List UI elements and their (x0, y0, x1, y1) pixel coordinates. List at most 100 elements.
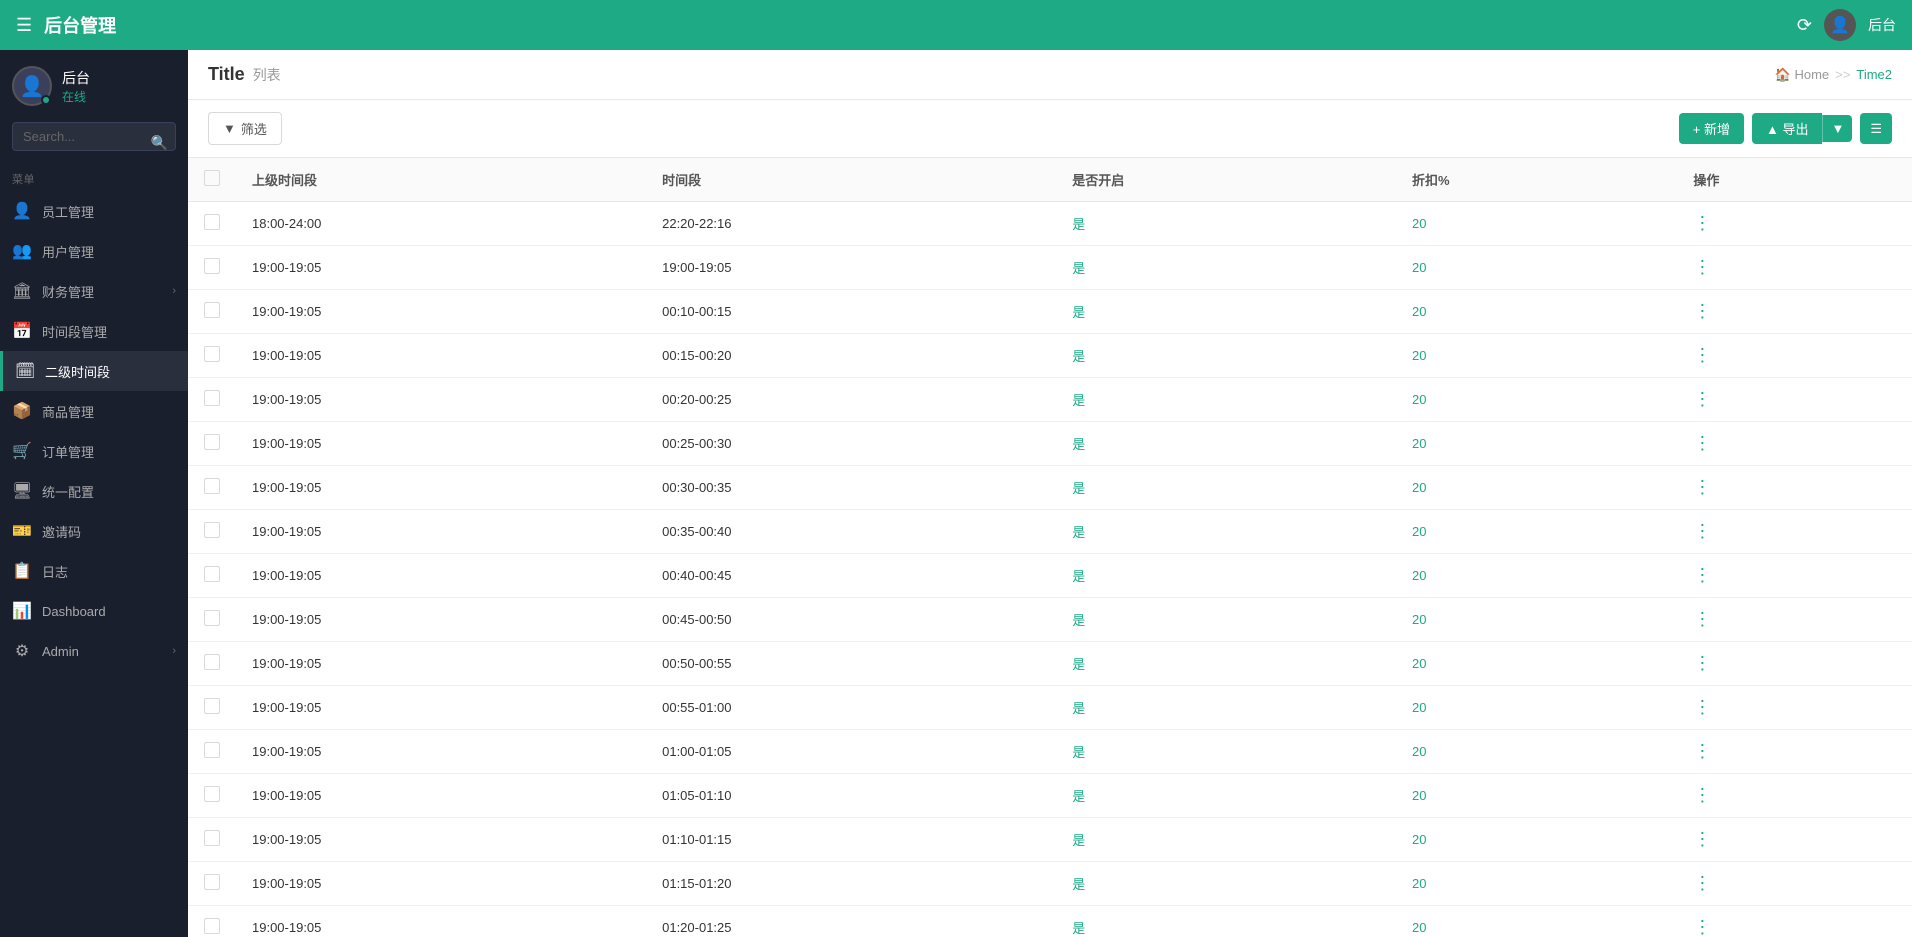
row-parent-time: 19:00-19:05 (236, 466, 646, 510)
row-checkbox[interactable] (204, 390, 220, 406)
row-actions: ⋮ (1677, 290, 1912, 334)
columns-button[interactable]: ☰ (1860, 113, 1892, 144)
actions-menu-icon[interactable]: ⋮ (1693, 345, 1711, 366)
discount-value[interactable]: 20 (1412, 524, 1426, 539)
row-enabled: 是 (1056, 290, 1396, 334)
row-checkbox[interactable] (204, 742, 220, 758)
refresh-icon[interactable]: ⟳ (1797, 15, 1812, 36)
enabled-value: 是 (1072, 261, 1085, 276)
discount-value[interactable]: 20 (1412, 348, 1426, 363)
chevron-right-icon: › (172, 285, 176, 297)
profile-status: 在线 (62, 88, 90, 105)
sidebar-item-invite[interactable]: 🎫 邀请码 (0, 511, 188, 551)
sidebar-item-users[interactable]: 👥 用户管理 (0, 231, 188, 271)
export-button[interactable]: ▲ 导出 (1752, 113, 1822, 144)
discount-value[interactable]: 20 (1412, 216, 1426, 231)
sidebar-item-log[interactable]: 📋 日志 (0, 551, 188, 591)
filter-button[interactable]: ▼ 筛选 (208, 112, 282, 145)
sidebar-item-goods[interactable]: 📦 商品管理 (0, 391, 188, 431)
actions-menu-icon[interactable]: ⋮ (1693, 829, 1711, 850)
discount-value[interactable]: 20 (1412, 568, 1426, 583)
export-dropdown-button[interactable]: ▼ (1822, 115, 1852, 142)
sidebar-item-label: 财务管理 (42, 282, 162, 301)
row-time-slot: 00:35-00:40 (646, 510, 1056, 554)
discount-value[interactable]: 20 (1412, 612, 1426, 627)
sidebar-item-orders[interactable]: 🛒 订单管理 (0, 431, 188, 471)
sidebar-item-finance[interactable]: 🏛 财务管理 › (0, 271, 188, 311)
users-icon: 👥 (12, 241, 32, 261)
row-checkbox[interactable] (204, 830, 220, 846)
actions-menu-icon[interactable]: ⋮ (1693, 785, 1711, 806)
row-checkbox[interactable] (204, 918, 220, 934)
row-discount: 20 (1396, 862, 1677, 906)
discount-value[interactable]: 20 (1412, 260, 1426, 275)
row-checkbox[interactable] (204, 874, 220, 890)
row-actions: ⋮ (1677, 466, 1912, 510)
second-timeslot-icon: 🗓 (15, 361, 35, 381)
sidebar-item-timeslot[interactable]: 📅 时间段管理 (0, 311, 188, 351)
sidebar-item-staff[interactable]: 👤 员工管理 (0, 191, 188, 231)
row-checkbox[interactable] (204, 566, 220, 582)
discount-value[interactable]: 20 (1412, 744, 1426, 759)
row-checkbox[interactable] (204, 214, 220, 230)
row-enabled: 是 (1056, 422, 1396, 466)
table-row: 19:00-19:05 00:30-00:35 是 20 ⋮ (188, 466, 1912, 510)
select-all-checkbox[interactable] (204, 170, 220, 186)
actions-menu-icon[interactable]: ⋮ (1693, 257, 1711, 278)
row-checkbox[interactable] (204, 654, 220, 670)
row-checkbox[interactable] (204, 786, 220, 802)
discount-value[interactable]: 20 (1412, 788, 1426, 803)
search-wrap: 🔍 (0, 122, 188, 163)
sidebar-item-admin[interactable]: ⚙ Admin › (0, 631, 188, 671)
discount-value[interactable]: 20 (1412, 832, 1426, 847)
row-checkbox[interactable] (204, 478, 220, 494)
row-checkbox[interactable] (204, 302, 220, 318)
actions-menu-icon[interactable]: ⋮ (1693, 213, 1711, 234)
actions-menu-icon[interactable]: ⋮ (1693, 521, 1711, 542)
actions-menu-icon[interactable]: ⋮ (1693, 433, 1711, 454)
row-checkbox[interactable] (204, 258, 220, 274)
actions-menu-icon[interactable]: ⋮ (1693, 477, 1711, 498)
row-checkbox[interactable] (204, 434, 220, 450)
breadcrumb-home[interactable]: 🏠 Home (1775, 67, 1829, 83)
breadcrumb: 🏠 Home >> Time2 (1775, 67, 1892, 83)
table-row: 19:00-19:05 00:45-00:50 是 20 ⋮ (188, 598, 1912, 642)
discount-value[interactable]: 20 (1412, 436, 1426, 451)
actions-menu-icon[interactable]: ⋮ (1693, 301, 1711, 322)
actions-menu-icon[interactable]: ⋮ (1693, 653, 1711, 674)
discount-value[interactable]: 20 (1412, 480, 1426, 495)
hamburger-icon[interactable]: ☰ (16, 15, 32, 36)
header-right: ⟳ 👤 后台 (1797, 9, 1896, 41)
table-row: 19:00-19:05 01:10-01:15 是 20 ⋮ (188, 818, 1912, 862)
actions-menu-icon[interactable]: ⋮ (1693, 917, 1711, 937)
discount-value[interactable]: 20 (1412, 656, 1426, 671)
sidebar-item-dashboard[interactable]: 📊 Dashboard (0, 591, 188, 631)
row-parent-time: 19:00-19:05 (236, 862, 646, 906)
discount-value[interactable]: 20 (1412, 700, 1426, 715)
actions-menu-icon[interactable]: ⋮ (1693, 873, 1711, 894)
row-checkbox[interactable] (204, 346, 220, 362)
discount-value[interactable]: 20 (1412, 392, 1426, 407)
discount-value[interactable]: 20 (1412, 876, 1426, 891)
row-checkbox[interactable] (204, 698, 220, 714)
row-time-slot: 00:50-00:55 (646, 642, 1056, 686)
row-checkbox[interactable] (204, 610, 220, 626)
actions-menu-icon[interactable]: ⋮ (1693, 565, 1711, 586)
table-row: 19:00-19:05 00:25-00:30 是 20 ⋮ (188, 422, 1912, 466)
invite-icon: 🎫 (12, 521, 32, 541)
new-button[interactable]: + 新增 (1679, 113, 1744, 144)
table-row: 19:00-19:05 00:50-00:55 是 20 ⋮ (188, 642, 1912, 686)
actions-menu-icon[interactable]: ⋮ (1693, 741, 1711, 762)
sidebar-item-config[interactable]: 🖥 统一配置 (0, 471, 188, 511)
discount-value[interactable]: 20 (1412, 920, 1426, 935)
actions-menu-icon[interactable]: ⋮ (1693, 389, 1711, 410)
row-checkbox[interactable] (204, 522, 220, 538)
row-parent-time: 19:00-19:05 (236, 774, 646, 818)
sidebar-item-second-timeslot[interactable]: 🗓 二级时间段 (0, 351, 188, 391)
sidebar-item-label: 日志 (42, 562, 176, 581)
row-discount: 20 (1396, 510, 1677, 554)
actions-menu-icon[interactable]: ⋮ (1693, 697, 1711, 718)
actions-menu-icon[interactable]: ⋮ (1693, 609, 1711, 630)
discount-value[interactable]: 20 (1412, 304, 1426, 319)
row-check-cell (188, 906, 236, 937)
